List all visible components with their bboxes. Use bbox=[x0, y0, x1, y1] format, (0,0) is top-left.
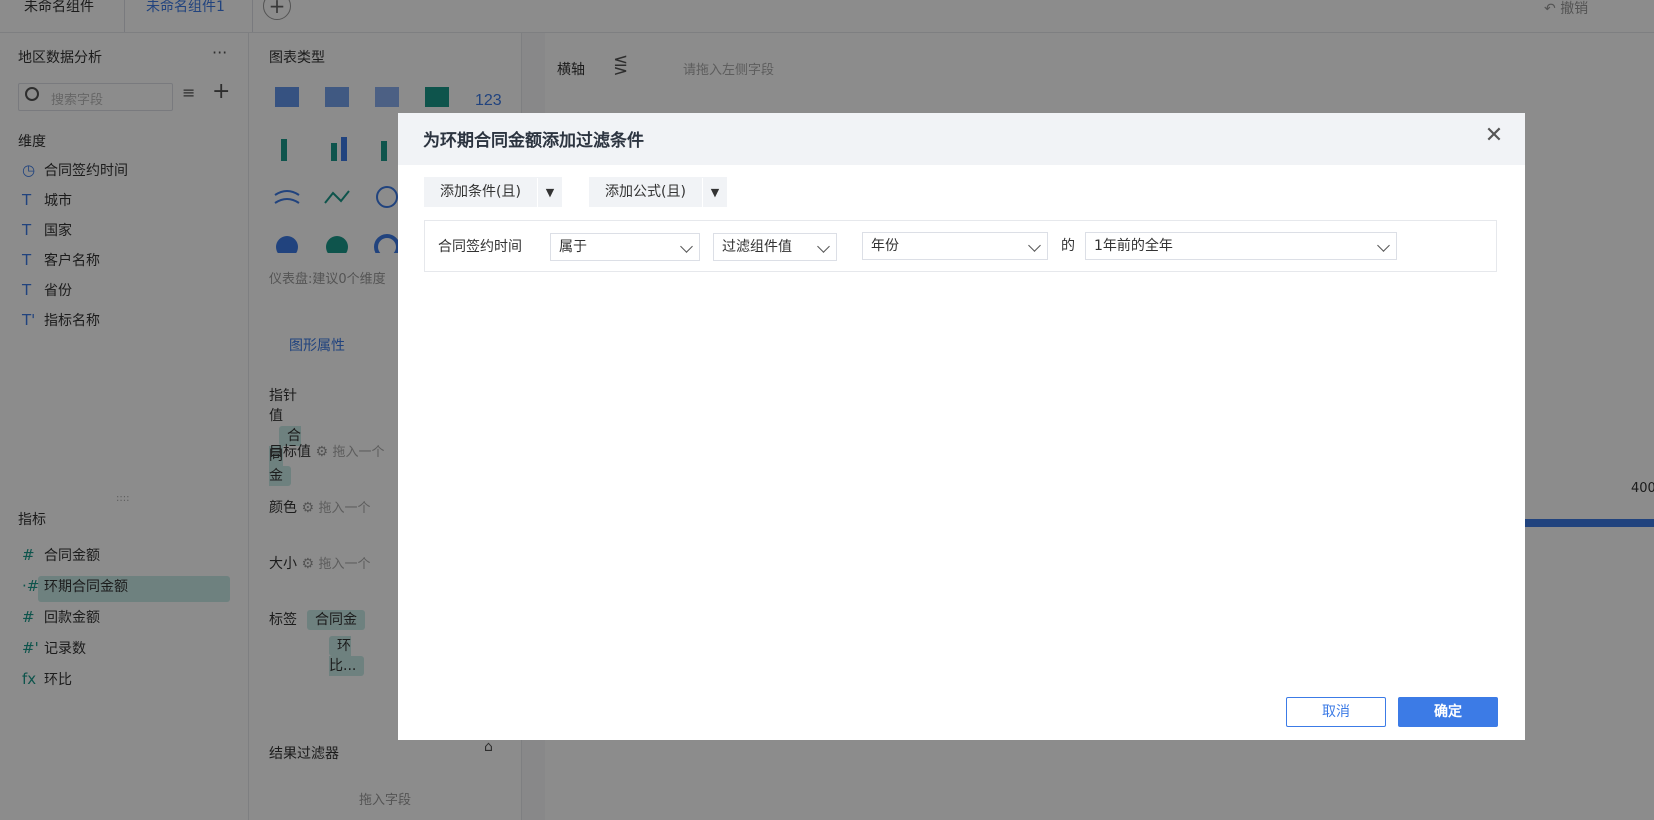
chevron-down-icon bbox=[1377, 239, 1390, 252]
add-condition-button[interactable]: 添加条件(且) ▼ bbox=[424, 177, 562, 208]
condition-field-label: 合同签约时间 bbox=[438, 239, 522, 255]
operator-select[interactable]: 属于 bbox=[550, 233, 700, 261]
dialog-title: 为环期合同金额添加过滤条件 bbox=[423, 131, 644, 151]
filter-dialog: 为环期合同金额添加过滤条件 ✕ 添加条件(且) ▼ 添加公式(且) ▼ 合同签约时间… bbox=[398, 113, 1525, 740]
time-range-select[interactable]: 1年前的全年 bbox=[1085, 232, 1397, 260]
connector-text: 的 bbox=[1061, 238, 1075, 254]
caret-down-icon[interactable]: ▼ bbox=[536, 178, 562, 208]
chevron-down-icon bbox=[1028, 239, 1041, 252]
dialog-header: 为环期合同金额添加过滤条件 ✕ bbox=[398, 113, 1525, 165]
cancel-button[interactable]: 取消 bbox=[1286, 697, 1386, 727]
condition-row: 合同签约时间 属于 过滤组件值 年份 的 1年前的全年 bbox=[424, 220, 1497, 272]
time-unit-select[interactable]: 年份 bbox=[862, 232, 1048, 260]
caret-down-icon[interactable]: ▼ bbox=[701, 178, 727, 208]
chevron-down-icon bbox=[817, 240, 830, 253]
confirm-button[interactable]: 确定 bbox=[1398, 697, 1498, 727]
value-type-select[interactable]: 过滤组件值 bbox=[713, 233, 837, 261]
close-icon[interactable]: ✕ bbox=[1481, 123, 1507, 149]
chevron-down-icon bbox=[680, 240, 693, 253]
add-formula-button[interactable]: 添加公式(且) ▼ bbox=[589, 177, 727, 208]
